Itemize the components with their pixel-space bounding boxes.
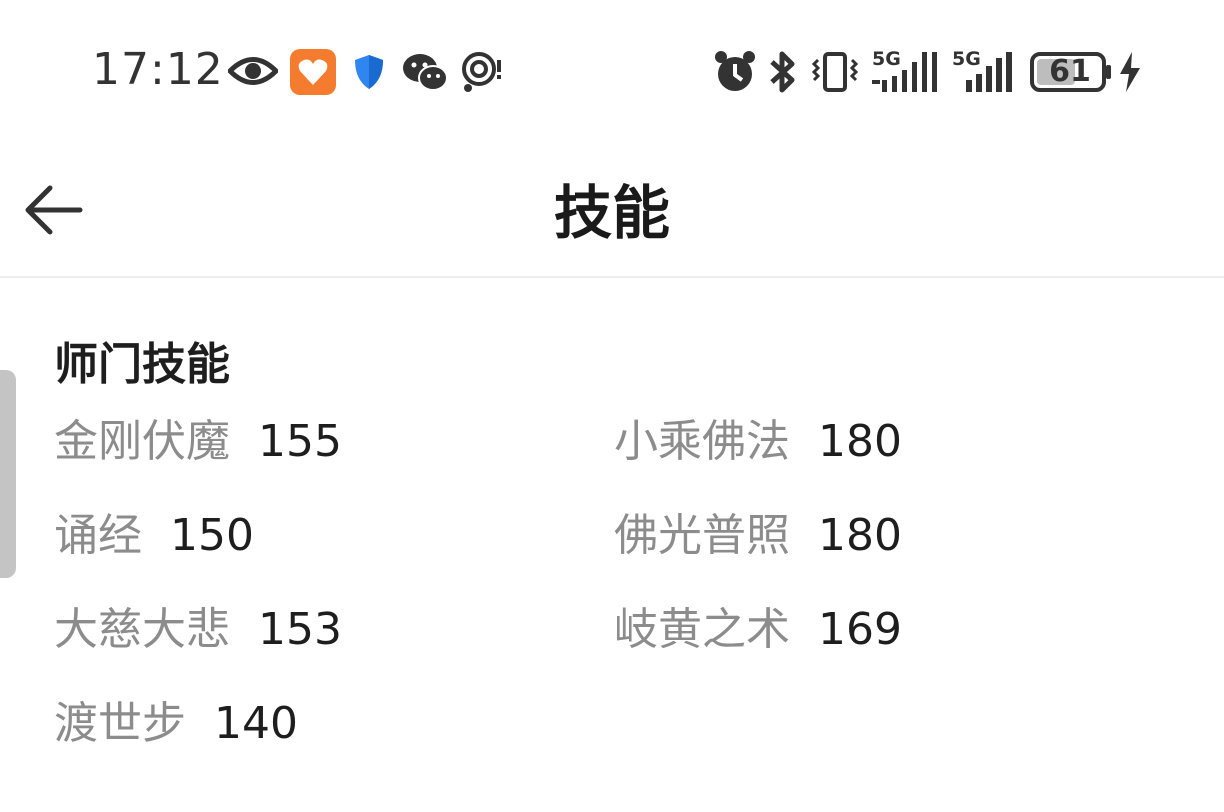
skill-name: 渡世步 [54,698,186,749]
page-title: 技能 [553,179,670,247]
skill-item: 渡世步 140 [54,694,298,754]
side-drawer-handle[interactable] [0,370,16,578]
skill-value: 180 [818,510,902,561]
skill-item: 小乘佛法 180 [614,412,902,472]
bluetooth-icon [770,51,795,93]
skill-name: 小乘佛法 [614,416,790,467]
vibrate-icon [811,52,859,92]
skills-page: 17:12 5G 5G 61 技能 师门技能 金刚伏魔 155 小乘佛法 180… [0,0,1224,812]
eye-icon [228,57,278,85]
wechat-icon [403,54,448,91]
status-bar: 17:12 5G 5G 61 [0,0,1224,140]
top-app-bar: 技能 [0,140,1224,278]
skill-name: 金刚伏魔 [54,416,230,467]
battery-level: 61 [1049,54,1091,89]
alarm-icon [715,51,755,91]
skill-item: 岐黄之术 169 [614,600,902,660]
skill-value: 180 [818,416,902,467]
skill-item: 金刚伏魔 155 [54,412,342,472]
charging-icon [1120,52,1140,92]
skill-item: 诵经 150 [54,506,254,566]
skill-name: 大慈大悲 [54,604,230,655]
skill-name: 诵经 [54,510,142,561]
skill-item: 佛光普照 180 [614,506,902,566]
skill-name: 岐黄之术 [614,604,790,655]
skill-value: 150 [170,510,254,561]
skill-value: 140 [214,698,298,749]
shield-icon [355,55,383,89]
skill-value: 153 [258,604,342,655]
skill-value: 169 [818,604,902,655]
status-time: 17:12 [92,44,224,95]
skill-value: 155 [258,416,342,467]
location-icon [462,52,501,92]
signal-icon [966,52,1012,92]
skill-name: 佛光普照 [614,510,790,561]
health-app-icon [290,49,336,95]
skill-item: 大慈大悲 153 [54,600,342,660]
section-title: 师门技能 [54,339,230,390]
signal-icon [872,52,937,92]
